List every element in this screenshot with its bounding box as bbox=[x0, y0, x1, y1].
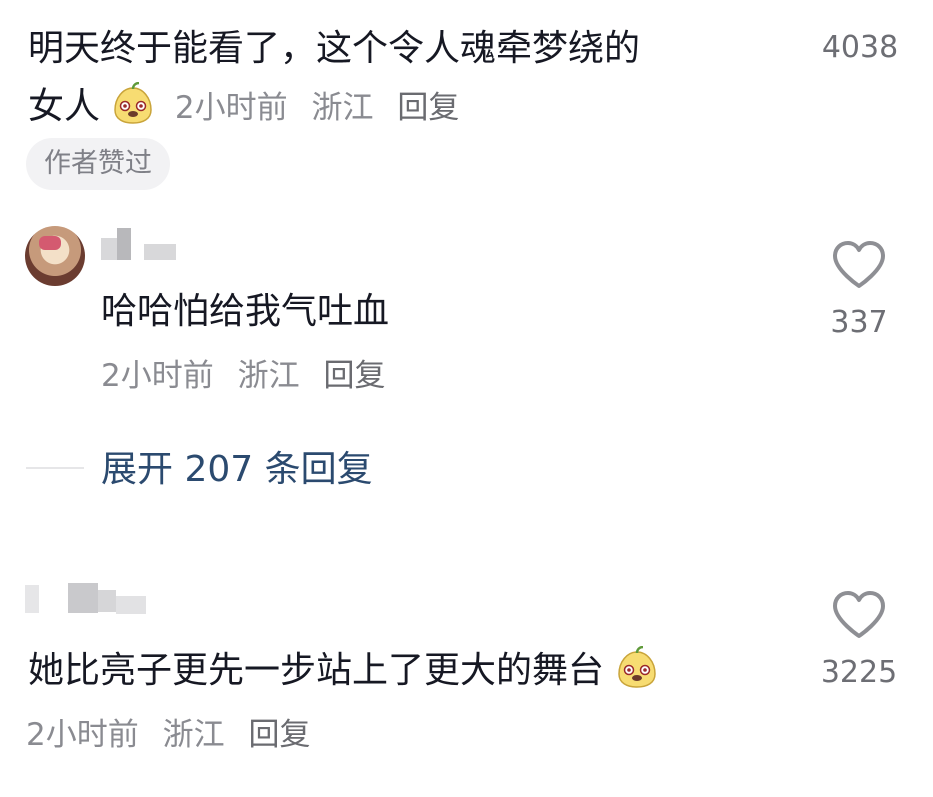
expand-replies-button[interactable]: 展开 207 条回复 bbox=[101, 444, 373, 496]
comment-text: 她比亮子更先一步站上了更大的舞台 bbox=[28, 650, 605, 691]
reply-button[interactable]: 回复 bbox=[248, 717, 310, 753]
like-count: 4038 bbox=[821, 30, 899, 65]
avatar-bow-decoration bbox=[39, 236, 61, 250]
username-blurred bbox=[98, 590, 116, 612]
like-count: 3225 bbox=[820, 655, 898, 690]
comment-body: 她比亮子更先一步站上了更大的舞台 bbox=[28, 645, 659, 697]
avatar[interactable] bbox=[25, 226, 85, 286]
heart-outline-icon[interactable] bbox=[836, 0, 886, 15]
comment-text-line: 女人 bbox=[28, 86, 101, 127]
comment-location: 浙江 bbox=[311, 90, 374, 126]
divider-line bbox=[26, 467, 84, 469]
comment-meta: 2小时前 浙江 回复 bbox=[26, 709, 324, 761]
reply-meta: 2小时前 浙江 回复 bbox=[101, 350, 399, 402]
username-blurred bbox=[68, 583, 98, 613]
username-blurred bbox=[144, 244, 176, 260]
reply-button[interactable]: 回复 bbox=[323, 358, 385, 394]
reply-location: 浙江 bbox=[237, 358, 300, 394]
pear-face-emoji bbox=[618, 646, 657, 688]
comment-location: 浙江 bbox=[162, 717, 225, 753]
heart-outline-icon[interactable] bbox=[831, 590, 887, 640]
reply-time: 2小时前 bbox=[101, 358, 214, 394]
comment-body: 明天终于能看了，这个令人魂牵梦绕的 女人 2小时前 浙江 回复 bbox=[28, 20, 788, 137]
comment-time: 2小时前 bbox=[26, 717, 139, 753]
username-blurred[interactable] bbox=[25, 585, 39, 613]
comment-text-line: 明天终于能看了，这个令人魂牵梦绕的 bbox=[28, 28, 641, 69]
username-blurred bbox=[116, 596, 146, 614]
like-count: 337 bbox=[830, 305, 888, 340]
comment-time: 2小时前 bbox=[174, 90, 288, 126]
heart-outline-icon[interactable] bbox=[831, 240, 887, 290]
pear-face-emoji bbox=[114, 82, 153, 124]
reply-text: 哈哈怕给我气吐血 bbox=[101, 291, 390, 332]
username-blurred bbox=[117, 228, 131, 260]
author-liked-badge: 作者赞过 bbox=[26, 138, 170, 190]
reply-button[interactable]: 回复 bbox=[397, 90, 459, 126]
username-blurred[interactable] bbox=[101, 238, 117, 260]
